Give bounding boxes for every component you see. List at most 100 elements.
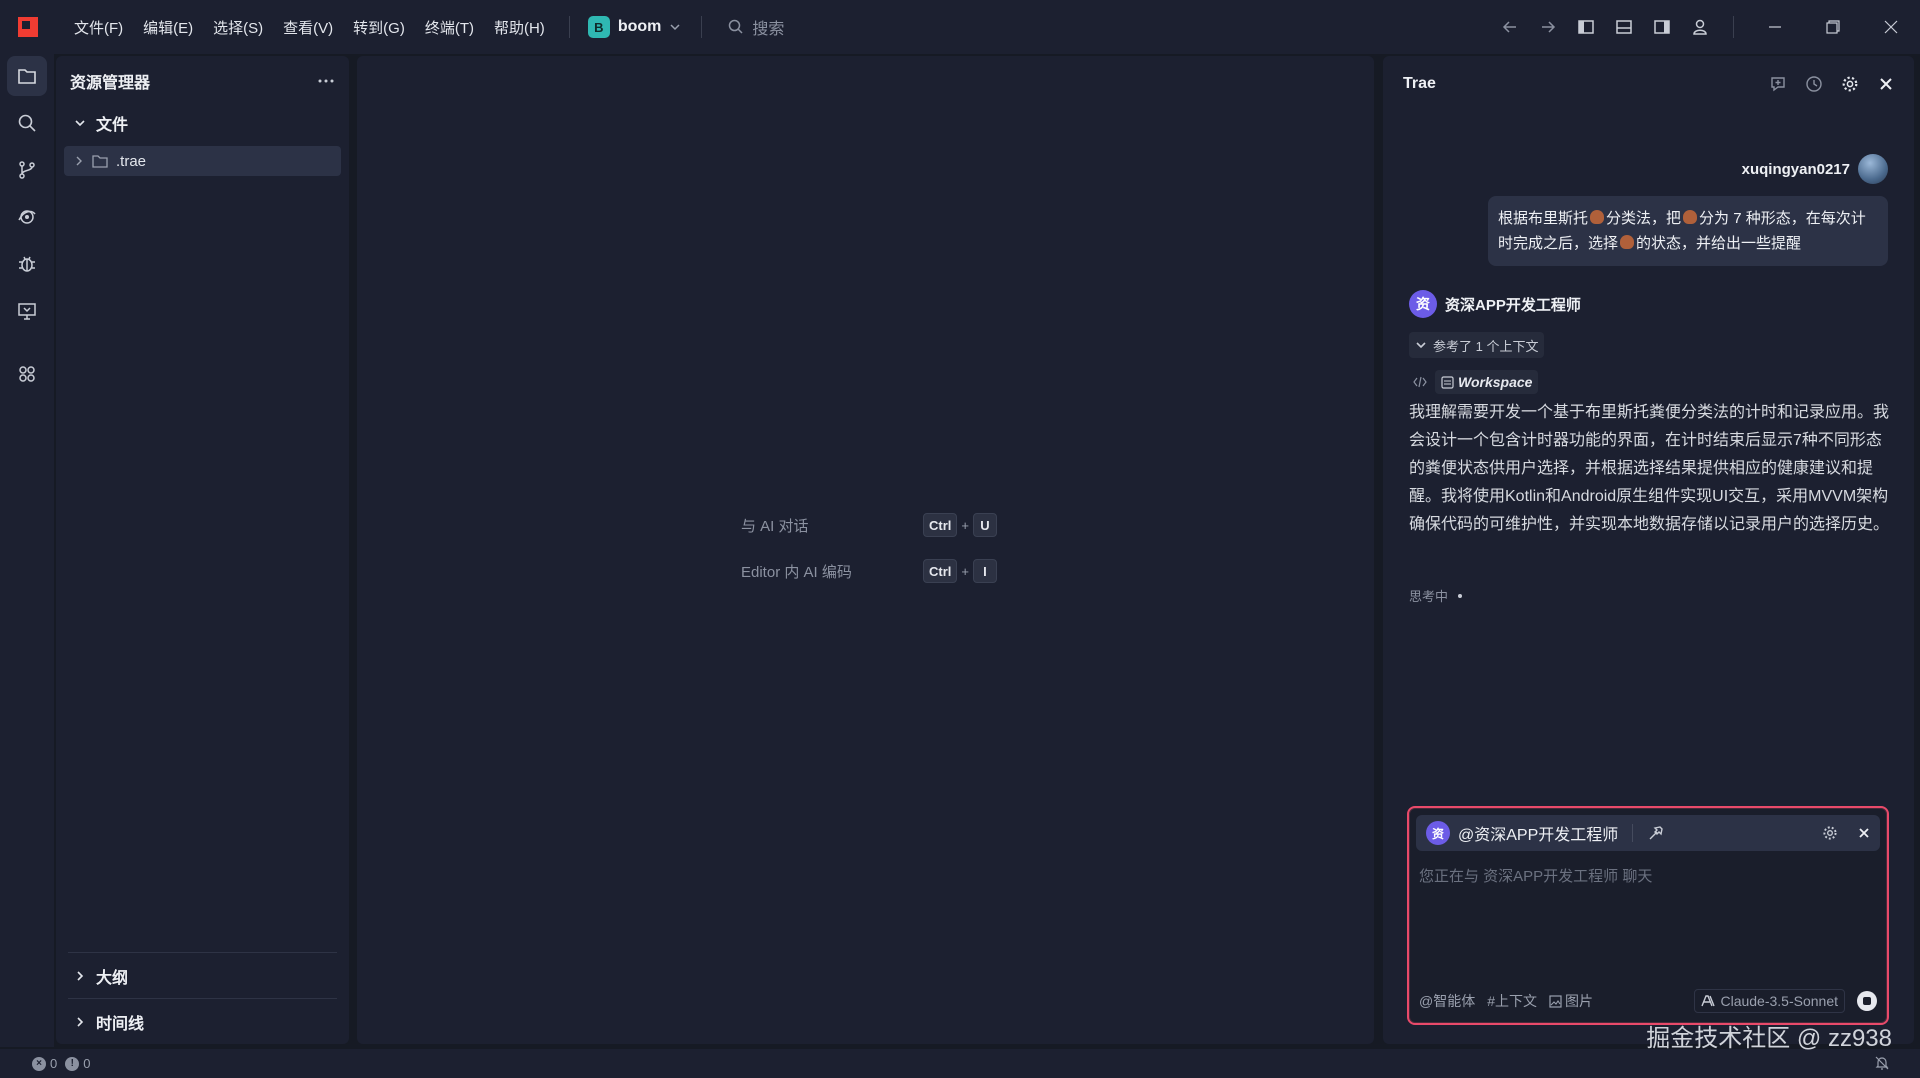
bell-off-icon	[1875, 1056, 1889, 1070]
error-icon[interactable]: ×	[32, 1056, 46, 1071]
model-selector[interactable]: Claude-3.5-Sonnet	[1694, 989, 1845, 1013]
warning-icon[interactable]: !	[65, 1056, 80, 1071]
explorer-title: 资源管理器	[70, 75, 151, 92]
layout-panel-icon	[1616, 20, 1632, 34]
divider	[1632, 824, 1634, 842]
agent-tools-button[interactable]	[1647, 824, 1665, 842]
warning-count[interactable]: 0	[83, 1056, 90, 1071]
error-count[interactable]: 0	[50, 1056, 57, 1071]
chat-title: Trae	[1403, 75, 1436, 92]
menu-bar: 文件(F) 编辑(E) 选择(S) 查看(V) 转到(G) 终端(T) 帮助(H…	[64, 17, 555, 38]
project-switcher[interactable]: B boom	[582, 16, 688, 38]
add-image-button[interactable]: 图片	[1549, 991, 1593, 1011]
minimize-button[interactable]	[1746, 0, 1804, 54]
settings-button[interactable]	[1836, 70, 1864, 98]
close-panel-button[interactable]	[1872, 70, 1900, 98]
restore-icon	[1826, 20, 1840, 34]
key-ctrl: Ctrl	[923, 559, 958, 583]
menu-help[interactable]: 帮助(H)	[484, 17, 555, 38]
tree-item-trae[interactable]: .trae	[64, 146, 341, 176]
agent-settings-button[interactable]	[1822, 825, 1838, 841]
poop-emoji-icon	[1620, 235, 1635, 249]
menu-terminal[interactable]: 终端(T)	[415, 17, 484, 38]
search-placeholder: 搜索	[752, 21, 785, 38]
menu-selection[interactable]: 选择(S)	[203, 17, 273, 38]
close-window-button[interactable]	[1862, 0, 1920, 54]
minimize-icon	[1769, 26, 1781, 28]
mention-agent-button[interactable]: @智能体	[1419, 991, 1475, 1011]
poop-emoji-icon	[1590, 210, 1605, 224]
chat-input[interactable]	[1419, 868, 1879, 885]
menu-edit[interactable]: 编辑(E)	[133, 17, 203, 38]
toggle-sidebar-button[interactable]	[1567, 8, 1605, 46]
activity-preview[interactable]	[7, 291, 47, 331]
bug-icon	[19, 256, 35, 272]
project-name: boom	[617, 18, 662, 35]
user-message-header: xuqingyan0217	[1742, 154, 1888, 184]
outline-section-label: 大纲	[96, 969, 129, 987]
activity-extensions[interactable]	[7, 354, 47, 394]
code-icon	[1413, 376, 1427, 388]
search-icon	[728, 19, 744, 35]
activity-remote[interactable]	[7, 197, 47, 237]
timeline-section-header[interactable]: 时间线	[68, 998, 337, 1044]
add-context-button[interactable]: #上下文	[1487, 991, 1537, 1011]
new-chat-icon	[1771, 77, 1785, 92]
agent-avatar: 资	[1426, 821, 1450, 845]
anthropic-icon	[1701, 995, 1716, 1007]
notifications-button[interactable]	[1874, 1055, 1890, 1071]
workspace-chip[interactable]: Workspace	[1435, 370, 1539, 394]
history-button[interactable]	[1800, 70, 1828, 98]
context-toggle[interactable]: 参考了 1 个上下文	[1409, 332, 1545, 358]
activity-debug[interactable]	[7, 244, 47, 284]
folder-icon	[92, 155, 108, 168]
user-message-bubble: 根据布里斯托 分类法，把 分为 7 种形态，在每次计时完成之后，选择 的状态，并给出一…	[1488, 196, 1888, 266]
context-list: Workspace	[1413, 370, 1539, 394]
message-text: 的状态，并给出一些提醒	[1636, 235, 1802, 252]
command-search[interactable]: 搜索	[728, 15, 784, 39]
more-actions-button[interactable]	[317, 78, 335, 84]
menu-go[interactable]: 转到(G)	[343, 17, 415, 38]
files-section-header[interactable]: 文件	[56, 106, 349, 140]
message-text: 分类法，把	[1606, 210, 1682, 227]
activity-source-control[interactable]	[7, 150, 47, 190]
toggle-aux-sidebar-button[interactable]	[1643, 8, 1681, 46]
explorer-bottom-sections: 大纲 时间线	[56, 952, 349, 1044]
menu-file[interactable]: 文件(F)	[64, 17, 133, 38]
chevron-right-icon	[77, 970, 84, 981]
key-u: U	[972, 513, 997, 537]
agent-mention[interactable]: @资深APP开发工程师	[1458, 821, 1618, 845]
username: xuqingyan0217	[1741, 160, 1850, 178]
back-button[interactable]	[1491, 8, 1529, 46]
new-chat-button[interactable]	[1764, 70, 1792, 98]
image-icon	[1549, 994, 1562, 1008]
menu-view[interactable]: 查看(V)	[273, 17, 343, 38]
trae-logo	[18, 17, 38, 37]
composer-agent-bar: 资 @资深APP开发工程师	[1416, 815, 1880, 851]
outline-section-header[interactable]: 大纲	[68, 952, 337, 998]
close-icon	[1884, 20, 1898, 34]
arrow-left-icon	[1502, 21, 1516, 33]
remote-icon	[18, 210, 36, 224]
user-icon	[1693, 19, 1707, 35]
shortcut-label: 与 AI 对话	[741, 517, 809, 535]
restore-button[interactable]	[1804, 0, 1862, 54]
divider	[568, 16, 570, 38]
plus-sign: +	[961, 563, 969, 579]
agent-name: 资深APP开发工程师	[1445, 296, 1581, 314]
plus-sign: +	[961, 517, 969, 533]
agent-message-header: 资 资深APP开发工程师	[1409, 290, 1581, 318]
agent-message-text: 我理解需要开发一个基于布里斯托粪便分类法的计时和记录应用。我会设计一个包含计时器…	[1409, 404, 1890, 533]
activity-search[interactable]	[7, 103, 47, 143]
forward-button[interactable]	[1529, 8, 1567, 46]
remove-agent-button[interactable]	[1858, 827, 1870, 839]
stop-generation-button[interactable]	[1857, 991, 1877, 1011]
chevron-right-icon	[77, 1016, 84, 1027]
account-button[interactable]	[1681, 8, 1719, 46]
chat-header: Trae	[1383, 56, 1914, 112]
close-icon	[1859, 828, 1869, 838]
activity-explorer[interactable]	[7, 56, 47, 96]
ai-chat-panel: Trae xuqingyan0217 根据布里斯托 分类法，把 分为 7 种形态，在…	[1383, 56, 1914, 1044]
toggle-panel-button[interactable]	[1605, 8, 1643, 46]
model-name: Claude-3.5-Sonnet	[1720, 993, 1838, 1009]
